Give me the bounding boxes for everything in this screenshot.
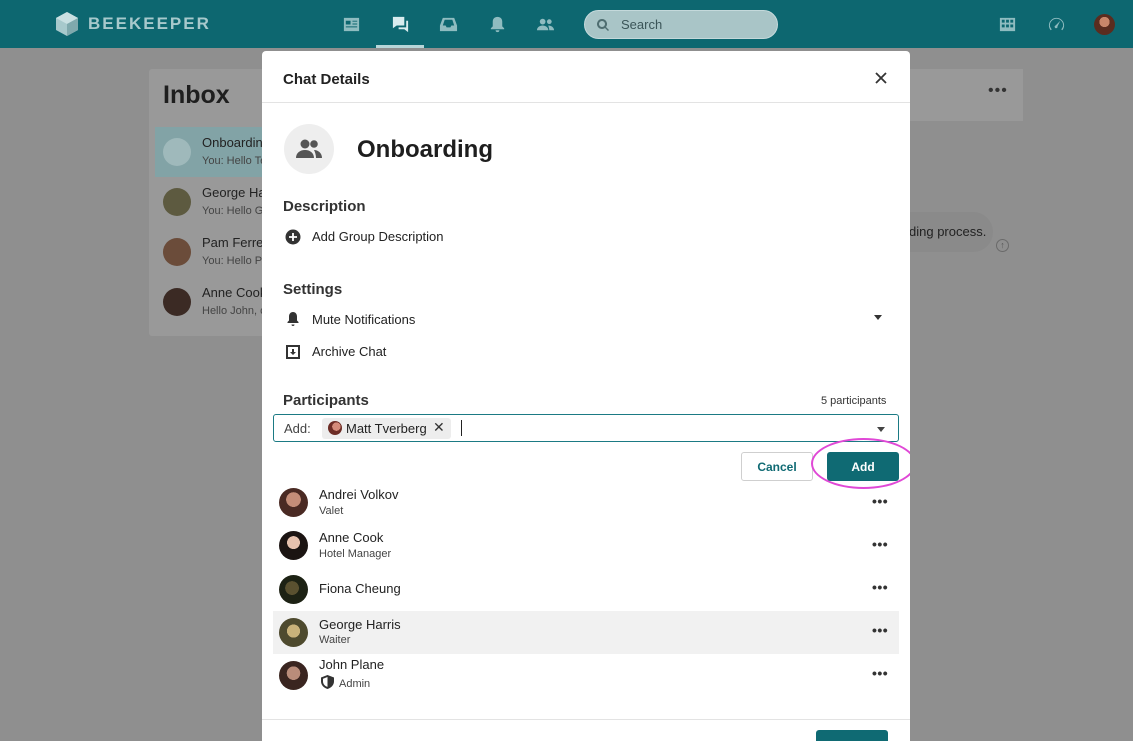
top-navigation-bar: BEEKEEPER Search <box>0 0 1133 48</box>
nav-notifications[interactable] <box>473 0 521 48</box>
avatar <box>163 188 191 216</box>
nav-inbox-tray[interactable] <box>424 0 472 48</box>
participants-count: 5 participants <box>821 395 887 407</box>
add-group-description-link[interactable]: Add Group Description <box>312 229 444 244</box>
participant-name: George Harris <box>319 617 401 632</box>
people-icon <box>296 139 322 158</box>
people-icon <box>536 18 554 30</box>
divider <box>262 719 910 720</box>
user-avatar[interactable] <box>1094 14 1115 35</box>
chip-name: Matt Tverberg <box>346 421 427 436</box>
description-heading: Description <box>283 198 366 215</box>
search-placeholder: Search <box>621 17 663 32</box>
inbox-item-preview: Hello John, c <box>202 305 266 317</box>
nav-people[interactable] <box>521 0 569 48</box>
shield-icon <box>321 675 334 689</box>
message-text: ding process. <box>909 224 987 239</box>
group-avatar <box>163 138 191 166</box>
selected-participant-chip: Matt Tverberg ✕ <box>322 418 451 439</box>
avatar <box>163 238 191 266</box>
dashboard-button[interactable] <box>1046 14 1066 34</box>
inbox-item-preview: You: Hello Pa <box>202 255 269 267</box>
more-options-icon[interactable]: ••• <box>872 622 888 638</box>
participant-role: Waiter <box>319 634 351 646</box>
avatar <box>279 661 308 690</box>
avatar <box>163 288 191 316</box>
chevron-down-icon[interactable] <box>874 315 882 320</box>
text-cursor <box>461 420 462 436</box>
avatar <box>279 488 308 517</box>
inbox-item-name: Pam Ferrer <box>202 235 268 250</box>
participant-name: Anne Cook <box>319 530 384 545</box>
add-circle-icon[interactable] <box>285 229 301 245</box>
apps-grid-icon <box>999 17 1015 31</box>
avatar <box>328 421 342 435</box>
chat-icon <box>392 16 408 32</box>
avatar <box>279 531 308 560</box>
chevron-down-icon[interactable] <box>877 427 885 432</box>
more-options-icon[interactable]: ••• <box>872 579 888 595</box>
brand-name: BEEKEEPER <box>88 14 211 33</box>
avatar <box>279 575 308 604</box>
brand[interactable]: BEEKEEPER <box>56 12 211 36</box>
beekeeper-logo-icon <box>56 12 78 36</box>
cancel-button[interactable]: Cancel <box>741 452 813 481</box>
conversation-more-icon[interactable]: ••• <box>988 82 1008 100</box>
archive-icon <box>285 344 301 360</box>
more-options-icon[interactable]: ••• <box>872 493 888 509</box>
participant-name: John Plane <box>319 657 385 672</box>
search-icon <box>597 18 609 31</box>
more-options-icon[interactable]: ••• <box>872 665 888 681</box>
participant-role: Admin <box>339 678 371 690</box>
participant-name: Andrei Volkov <box>319 487 399 502</box>
bell-icon <box>490 16 504 32</box>
participant-name: Fiona Cheung <box>319 581 401 596</box>
more-options-icon[interactable]: ••• <box>872 536 888 552</box>
chat-details-dialog: Chat Details Onboarding Description Add … <box>262 51 910 741</box>
dialog-header: Chat Details <box>262 51 910 103</box>
close-button[interactable]: Close <box>816 730 888 741</box>
participants-heading: Participants <box>283 392 369 409</box>
dialog-title: Chat Details <box>283 71 370 88</box>
participant-row[interactable]: Fiona Cheung ••• <box>273 568 899 611</box>
participant-row[interactable]: Anne Cook Hotel Manager ••• <box>273 525 899 568</box>
apps-grid-button[interactable] <box>997 14 1017 34</box>
participant-role: Valet <box>319 505 344 517</box>
inbox-item-preview: You: Hello Te <box>202 155 267 167</box>
inbox-item-name: Anne Cook <box>202 285 267 300</box>
inbox-item[interactable]: Onboardin You: Hello Te <box>155 127 269 177</box>
sent-status-icon: ↑ <box>996 239 1009 252</box>
group-name: Onboarding <box>357 136 493 163</box>
inbox-title: Inbox <box>163 81 230 109</box>
settings-heading: Settings <box>283 281 343 298</box>
nav-chat[interactable] <box>376 0 424 48</box>
close-icon[interactable]: ✕ <box>433 419 445 436</box>
inbox-item[interactable]: Anne Cook Hello John, c <box>155 277 269 327</box>
inbox-item[interactable]: Pam Ferrer You: Hello Pa <box>155 227 269 277</box>
inbox-tray-icon <box>439 17 457 31</box>
inbox-item-preview: You: Hello Ge <box>202 205 270 217</box>
inbox-item[interactable]: George Ha You: Hello Ge <box>155 177 269 227</box>
group-avatar <box>284 124 334 174</box>
inbox-item-name: George Ha <box>202 185 266 200</box>
mute-notifications-label[interactable]: Mute Notifications <box>312 312 415 327</box>
participant-role: Hotel Manager <box>319 548 392 560</box>
archive-chat-button[interactable]: Archive Chat <box>312 344 386 359</box>
inbox-item-name: Onboardin <box>202 135 263 150</box>
search-input[interactable]: Search <box>584 10 778 39</box>
news-feed-icon <box>343 17 359 31</box>
nav-news-feed[interactable] <box>327 0 375 48</box>
participant-row[interactable]: George Harris Waiter ••• <box>273 611 899 654</box>
inbox-panel: Inbox Onboardin You: Hello Te George Ha … <box>149 69 269 336</box>
participant-row[interactable]: John Plane Admin ••• <box>273 654 899 697</box>
avatar <box>279 618 308 647</box>
bell-icon <box>285 311 301 327</box>
participant-row[interactable]: Andrei Volkov Valet ••• <box>273 482 899 525</box>
add-field-label: Add: <box>284 421 311 436</box>
speedometer-icon <box>1048 17 1064 30</box>
add-participant-field[interactable]: Add: Matt Tverberg ✕ <box>273 414 899 442</box>
close-icon[interactable] <box>873 70 889 86</box>
